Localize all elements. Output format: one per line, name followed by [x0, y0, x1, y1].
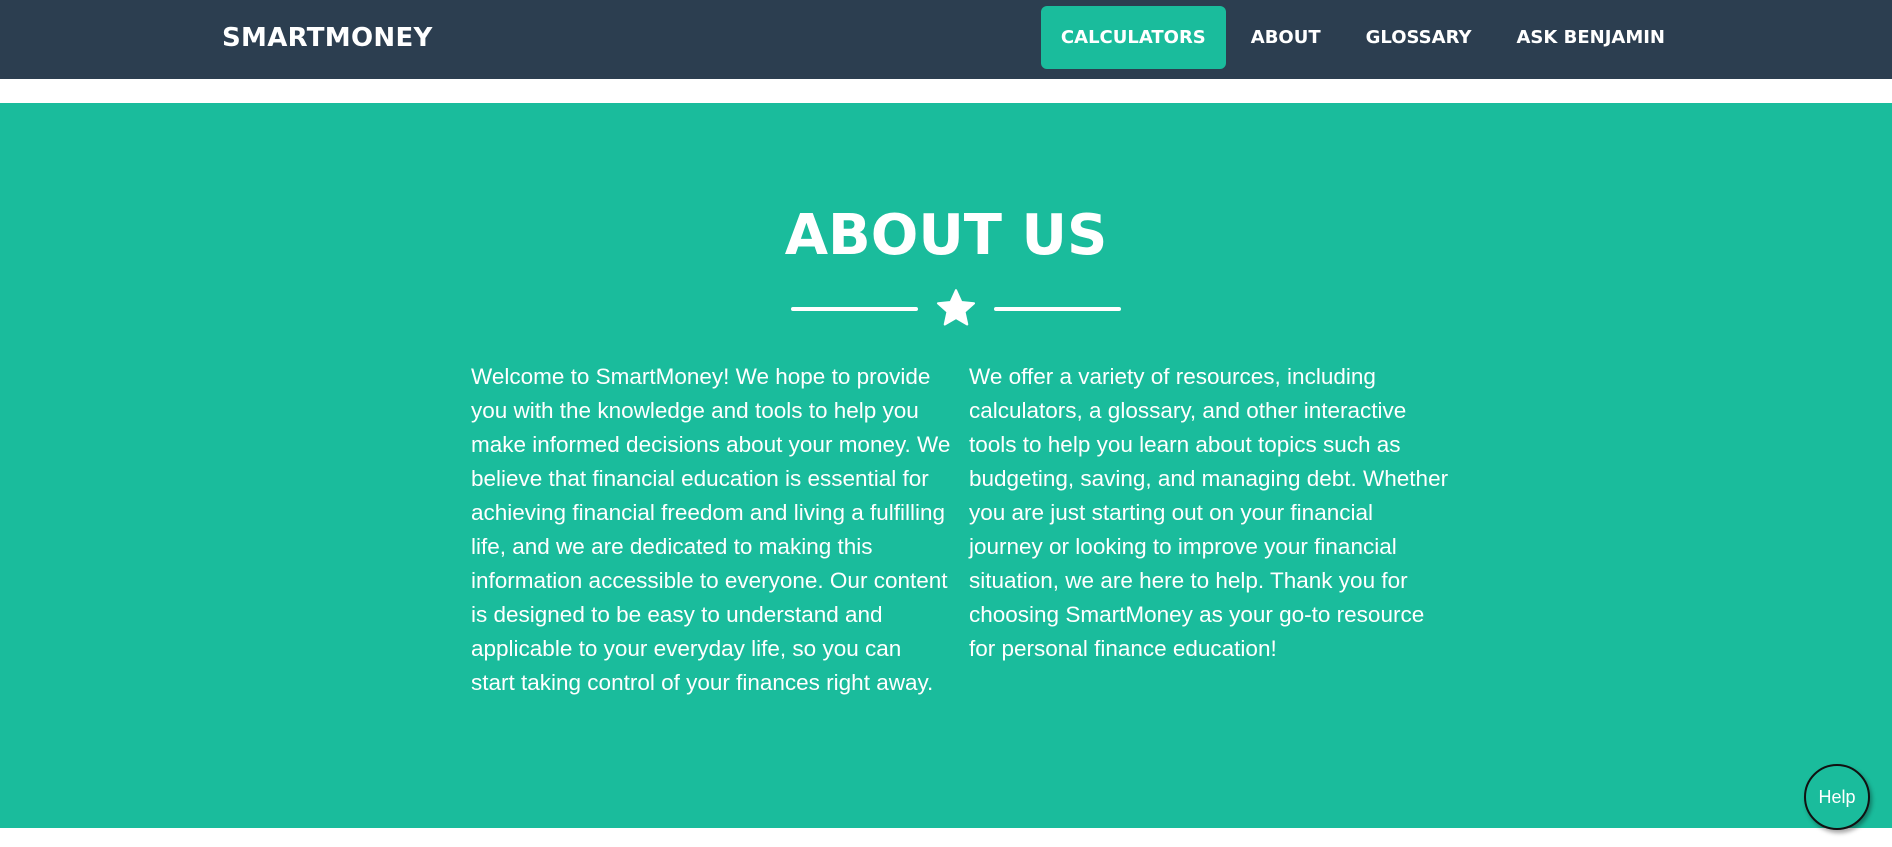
top-navbar: SMARTMONEY CALCULATORS ABOUT GLOSSARY AS… — [0, 0, 1892, 79]
nav-link-glossary[interactable]: GLOSSARY — [1346, 6, 1492, 69]
title-divider — [791, 287, 1121, 331]
nav-links: CALCULATORS ABOUT GLOSSARY ASK BENJAMIN — [1036, 6, 1685, 69]
about-paragraph-right: We offer a variety of resources, includi… — [969, 364, 1449, 661]
nav-link-calculators[interactable]: CALCULATORS — [1040, 6, 1226, 69]
about-paragraph-left: Welcome to SmartMoney! We hope to provid… — [471, 364, 951, 695]
nav-link-about[interactable]: ABOUT — [1231, 6, 1341, 69]
about-title: ABOUT US — [784, 203, 1108, 268]
star-icon — [936, 289, 976, 326]
divider-line-left — [791, 307, 918, 311]
navbar-spacer — [0, 79, 1892, 103]
divider-line-right — [994, 307, 1121, 311]
help-button[interactable]: Help — [1804, 764, 1870, 830]
nav-link-ask-benjamin[interactable]: ASK BENJAMIN — [1497, 6, 1686, 69]
about-section: ABOUT US Welcome to SmartMoney! We hope … — [0, 103, 1892, 828]
brand-logo-link[interactable]: SMARTMONEY — [222, 20, 433, 56]
